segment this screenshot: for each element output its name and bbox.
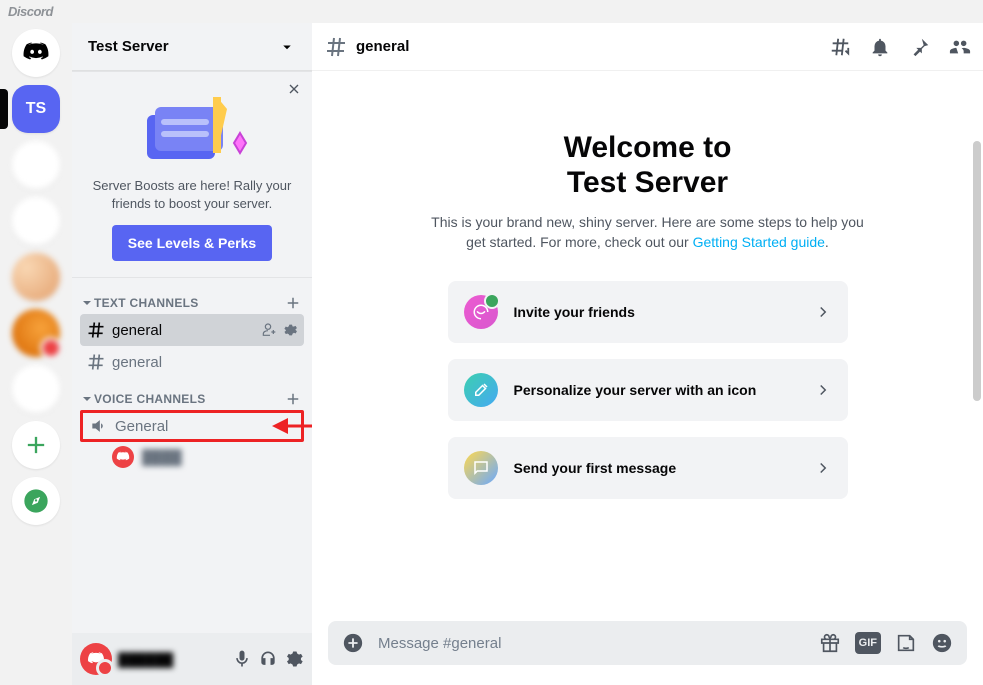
- home-button[interactable]: [12, 29, 60, 77]
- mute-mic-button[interactable]: [232, 649, 252, 669]
- server-item[interactable]: [12, 309, 60, 357]
- self-avatar[interactable]: [80, 643, 112, 675]
- channel-name-label: general: [112, 354, 298, 371]
- chat-icon: [464, 451, 498, 485]
- compass-icon: [22, 487, 50, 515]
- server-initials: TS: [26, 100, 46, 118]
- app-wordmark: Discord: [0, 0, 983, 23]
- channel-name-label: general: [112, 322, 256, 339]
- plus-icon: [22, 431, 50, 459]
- welcome-subtitle: This is your brand new, shiny server. He…: [428, 212, 868, 253]
- chevron-right-icon: [814, 459, 832, 477]
- discord-logo-icon: [87, 650, 105, 668]
- scrollbar[interactable]: [973, 141, 981, 401]
- server-item[interactable]: [12, 365, 60, 413]
- user-settings-button[interactable]: [284, 649, 304, 669]
- caret-down-icon: [82, 298, 92, 308]
- card-first-message[interactable]: Send your first message: [448, 437, 848, 499]
- server-list: TS: [0, 23, 72, 685]
- channel-title: general: [356, 38, 821, 55]
- add-channel-button[interactable]: [284, 390, 302, 408]
- members-icon[interactable]: [949, 36, 971, 58]
- category-voice-channels[interactable]: VOICE CHANNELS: [80, 378, 304, 410]
- threads-icon[interactable]: [829, 36, 851, 58]
- category-label: TEXT CHANNELS: [94, 296, 199, 310]
- close-icon: [286, 81, 302, 97]
- hash-icon: [86, 320, 106, 340]
- discord-logo-icon: [116, 450, 130, 464]
- server-test-server[interactable]: TS: [12, 85, 60, 133]
- server-item[interactable]: [12, 253, 60, 301]
- user-avatar: [112, 446, 134, 468]
- boost-illustration: [88, 87, 296, 165]
- self-username: ██████: [118, 652, 226, 667]
- discord-logo-icon: [22, 39, 50, 67]
- server-name-dropdown[interactable]: Test Server: [72, 23, 312, 71]
- gift-button[interactable]: [819, 632, 841, 654]
- attach-button[interactable]: [342, 632, 364, 654]
- selection-pill: [0, 89, 8, 129]
- hash-icon: [324, 35, 348, 59]
- chevron-right-icon: [814, 303, 832, 321]
- gif-button[interactable]: GIF: [855, 632, 881, 654]
- card-label: Invite your friends: [514, 304, 798, 320]
- card-label: Personalize your server with an icon: [514, 382, 798, 398]
- category-text-channels[interactable]: TEXT CHANNELS: [80, 282, 304, 314]
- message-composer: GIF: [328, 621, 967, 665]
- card-personalize-server[interactable]: Personalize your server with an icon: [448, 359, 848, 421]
- promo-close-button[interactable]: [286, 81, 302, 102]
- speaker-icon: [89, 416, 109, 436]
- invite-icon[interactable]: [262, 322, 278, 338]
- wave-icon: [464, 295, 498, 329]
- voice-user-name: ████: [142, 449, 182, 465]
- server-name: Test Server: [88, 38, 169, 55]
- voice-user[interactable]: ████: [80, 442, 304, 472]
- add-server-button[interactable]: [12, 421, 60, 469]
- sticker-button[interactable]: [895, 632, 917, 654]
- promo-cta-button[interactable]: See Levels & Perks: [112, 225, 272, 261]
- getting-started-link[interactable]: Getting Started guide: [693, 234, 825, 250]
- gear-icon[interactable]: [282, 322, 298, 338]
- channel-general[interactable]: general: [80, 314, 304, 346]
- emoji-button[interactable]: [931, 632, 953, 654]
- message-input[interactable]: [378, 635, 805, 652]
- boost-promo: Server Boosts are here! Rally your frien…: [72, 71, 312, 278]
- explore-servers-button[interactable]: [12, 477, 60, 525]
- voice-channel-general[interactable]: General: [80, 410, 304, 442]
- card-label: Send your first message: [514, 460, 798, 476]
- pinned-icon[interactable]: [909, 36, 931, 58]
- chevron-down-icon: [278, 38, 296, 56]
- deafen-button[interactable]: [258, 649, 278, 669]
- self-user-panel: ██████: [72, 633, 312, 685]
- card-invite-friends[interactable]: Invite your friends: [448, 281, 848, 343]
- channel-name-label: General: [115, 418, 295, 435]
- caret-down-icon: [82, 394, 92, 404]
- hash-icon: [86, 352, 106, 372]
- channel-sidebar: Test Server Server Boosts are here! Rall…: [72, 23, 312, 685]
- promo-text: Server Boosts are here! Rally your frien…: [88, 177, 296, 213]
- chat-header: general: [312, 23, 983, 71]
- welcome-block: Welcome to Test Server This is your bran…: [428, 131, 868, 253]
- chevron-right-icon: [814, 381, 832, 399]
- brush-icon: [464, 373, 498, 407]
- notifications-icon[interactable]: [869, 36, 891, 58]
- chat-area: general Welcome to Test Server This is y…: [312, 23, 983, 685]
- server-item[interactable]: [12, 141, 60, 189]
- add-channel-button[interactable]: [284, 294, 302, 312]
- server-item[interactable]: [12, 197, 60, 245]
- welcome-title: Welcome to Test Server: [428, 131, 868, 200]
- category-label: VOICE CHANNELS: [94, 392, 206, 406]
- channel-general-2[interactable]: general: [80, 346, 304, 378]
